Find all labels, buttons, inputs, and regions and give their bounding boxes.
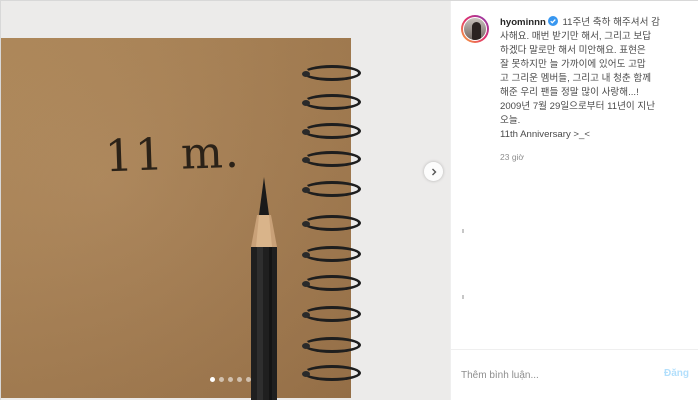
carousel-indicator bbox=[210, 377, 251, 382]
post-caption: hyominnn 11주년 축하 해주셔서 감사해요. 매번 받기만 해서, 그… bbox=[500, 16, 690, 142]
caption-line: 고 그리운 멤버들, 그리고 내 청춘 함께 bbox=[500, 73, 652, 84]
carousel-next-button[interactable] bbox=[424, 162, 443, 181]
caption-line: 하겠다 말로만 해서 미안해요. 표현은 bbox=[500, 45, 646, 56]
spiral-ring bbox=[302, 94, 361, 110]
post-photo[interactable]: 11 m. bbox=[1, 1, 450, 400]
caption-line: 잘 못하지만 늘 가까이에 있어도 고맙 bbox=[500, 59, 646, 70]
spiral-ring bbox=[302, 215, 361, 231]
handwritten-text: 11 m. bbox=[104, 126, 242, 183]
avatar-photo bbox=[463, 17, 487, 41]
comment-marker bbox=[462, 229, 464, 233]
carousel-dot bbox=[228, 377, 233, 382]
caption-line: 사해요. 매번 받기만 해서, 그리고 보답 bbox=[500, 31, 652, 42]
carousel-dot bbox=[210, 377, 215, 382]
spiral-ring bbox=[302, 181, 361, 197]
spiral-ring bbox=[302, 65, 361, 81]
caption-text: 11주년 축하 해주셔서 감사해요. 매번 받기만 해서, 그리고 보답하겠다 … bbox=[500, 17, 690, 128]
username-link[interactable]: hyominnn bbox=[500, 17, 546, 28]
verified-badge-icon bbox=[547, 16, 558, 26]
caption-line: 11주년 축하 해주셔서 감 bbox=[562, 17, 660, 28]
notebook-cover bbox=[1, 38, 351, 398]
chevron-right-icon bbox=[431, 168, 436, 175]
comment-marker bbox=[462, 295, 464, 299]
pencil-image bbox=[251, 177, 277, 400]
avatar[interactable] bbox=[461, 15, 489, 43]
post-details-panel: hyominnn 11주년 축하 해주셔서 감사해요. 매번 받기만 해서, 그… bbox=[450, 1, 698, 400]
spiral-ring bbox=[302, 306, 361, 322]
caption-line: 해준 우리 팬들 정말 많이 사랑해...! bbox=[500, 87, 639, 98]
spiral-ring bbox=[302, 123, 361, 139]
comment-input[interactable] bbox=[461, 366, 636, 384]
spiral-ring bbox=[302, 365, 361, 381]
carousel-dot bbox=[246, 377, 251, 382]
comment-bar: Đăng bbox=[451, 349, 698, 400]
spiral-ring bbox=[302, 275, 361, 291]
caption-line: 2009년 7월 29일으로부터 11년이 지난 bbox=[500, 101, 656, 112]
caption-line: 오늘. bbox=[500, 115, 521, 126]
carousel-dot bbox=[219, 377, 224, 382]
spiral-ring bbox=[302, 246, 361, 262]
post-timestamp[interactable]: 23 giờ bbox=[500, 152, 524, 162]
anniversary-line: 11th Anniversary >_< bbox=[500, 129, 590, 140]
spiral-ring bbox=[302, 151, 361, 167]
carousel-dot bbox=[237, 377, 242, 382]
spiral-ring bbox=[302, 337, 361, 353]
post-comment-button[interactable]: Đăng bbox=[664, 368, 689, 379]
